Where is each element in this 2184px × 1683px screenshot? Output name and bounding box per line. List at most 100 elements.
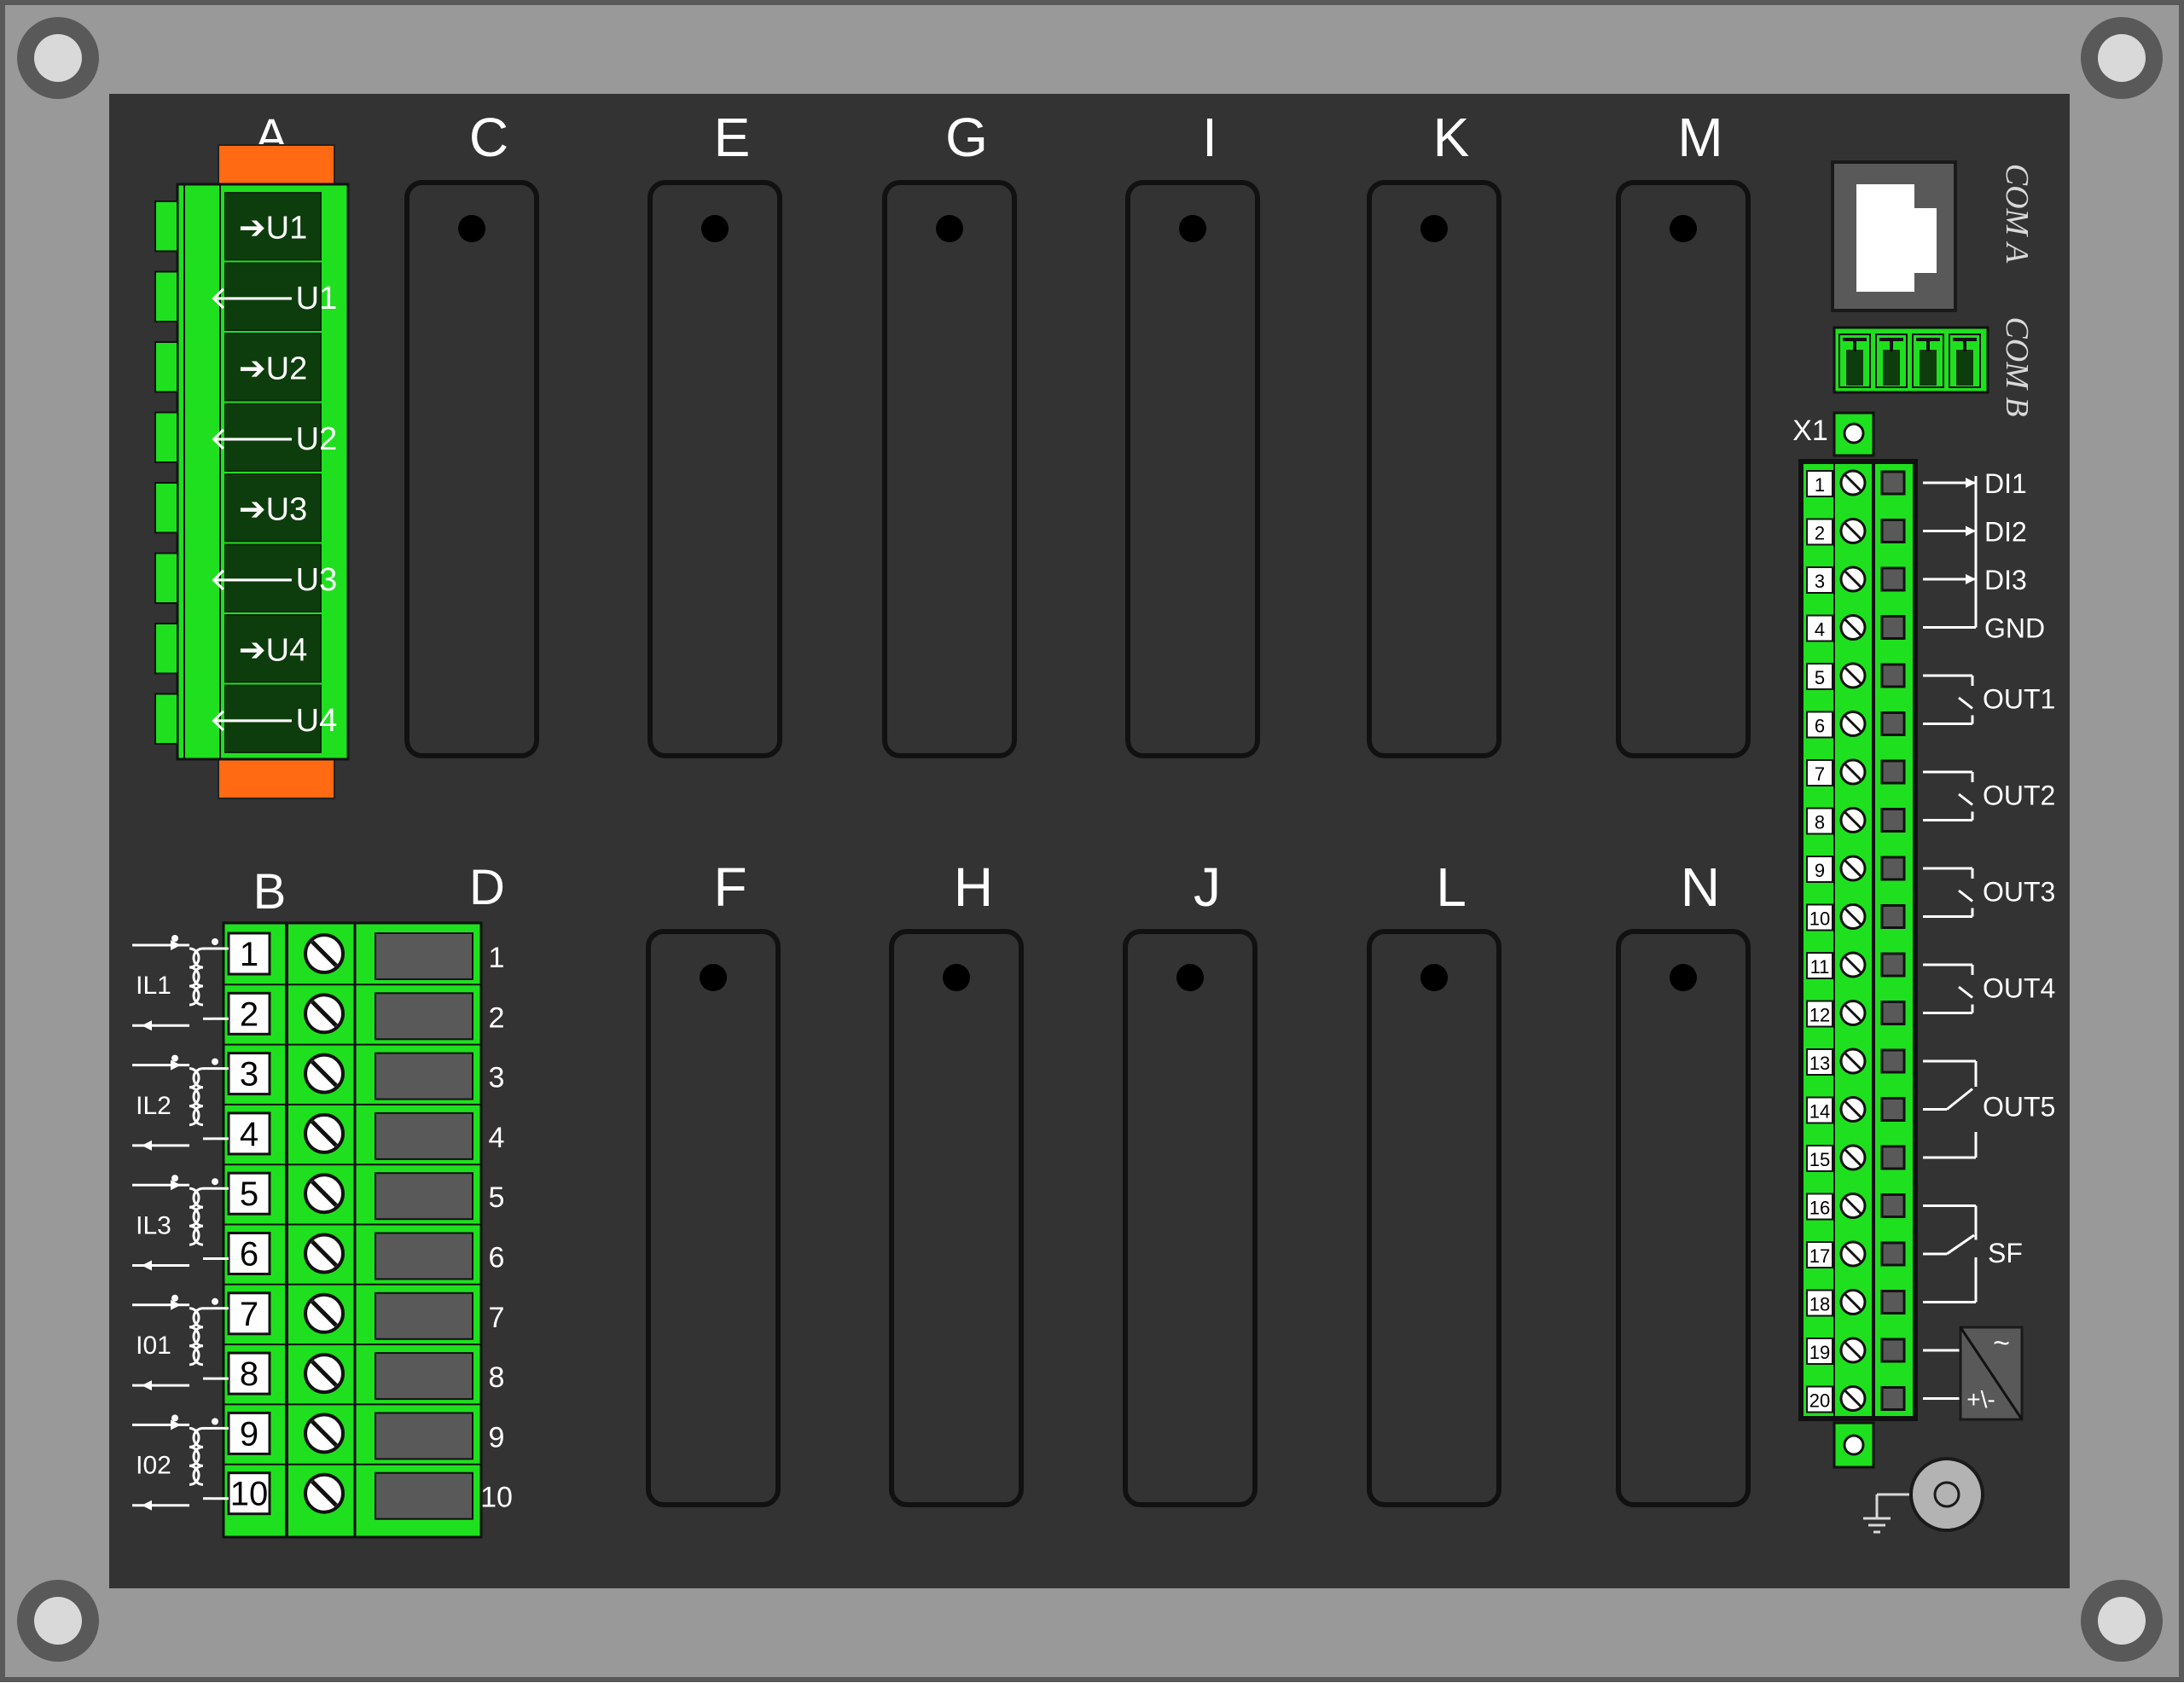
slot-label: M <box>1677 107 1722 168</box>
terminal-tab <box>154 341 178 393</box>
wire-entry <box>1880 952 1906 978</box>
wire-entry <box>1880 470 1906 496</box>
terminal-side-number: 7 <box>489 1302 505 1334</box>
terminal-number: 10 <box>230 1476 269 1513</box>
slot-cover <box>882 180 1017 758</box>
x1-body <box>1804 464 1913 1416</box>
terminal-number: 6 <box>240 1236 258 1274</box>
psu-dc-label: +\- <box>1966 1386 1995 1413</box>
x1-output-label: OUT1 <box>1983 683 2055 714</box>
x1-pin[interactable]: 18 <box>1806 1289 1906 1317</box>
terminal-side-number: 10 <box>480 1482 513 1514</box>
wire-entry <box>1880 1241 1906 1267</box>
transformer-label: I02 <box>136 1452 171 1480</box>
wire-entry <box>375 1232 473 1280</box>
com-b-pin <box>1875 334 1908 388</box>
pin-number: 1 <box>1815 474 1825 496</box>
pin-number: 12 <box>1809 1005 1830 1026</box>
pin-number: 5 <box>1815 667 1825 688</box>
slot-screw-icon <box>458 215 485 242</box>
x1-input-label: DI1 <box>1984 468 2027 499</box>
x1-pin[interactable]: 17 <box>1806 1240 1906 1268</box>
slot-f: F <box>646 856 781 1507</box>
slot-h: H <box>889 856 1024 1507</box>
terminal-label: 🡐U4 <box>209 703 337 739</box>
x1-pin[interactable]: 12 <box>1806 1000 1906 1028</box>
terminal-number: 3 <box>240 1056 258 1094</box>
terminal-side-number: 2 <box>489 1001 505 1034</box>
slot-label: K <box>1433 107 1470 168</box>
slot-cover <box>1367 180 1502 758</box>
wire-entry <box>375 1111 473 1160</box>
mounting-hole-tl-icon <box>17 17 99 99</box>
slot-screw-icon <box>1176 964 1204 991</box>
wire-entry <box>1880 1048 1906 1074</box>
mounting-hole-bl-icon <box>17 1580 99 1662</box>
x1-pin[interactable]: 19 <box>1806 1337 1906 1365</box>
terminal-label: ➔U1 <box>239 210 307 246</box>
x1-pin[interactable]: 1 <box>1806 469 1906 497</box>
x1-pin[interactable]: 3 <box>1806 566 1906 594</box>
terminal-side-number: 8 <box>489 1361 505 1394</box>
pin-number: 4 <box>1815 619 1825 641</box>
x1-pin[interactable]: 4 <box>1806 614 1906 642</box>
x1-pin[interactable]: 2 <box>1806 518 1906 546</box>
pin-number: 15 <box>1809 1149 1830 1170</box>
wire-entry <box>375 1172 473 1221</box>
power-supply-icon: ~ +\- <box>1959 1326 2024 1421</box>
x1-pin[interactable]: 6 <box>1806 711 1906 739</box>
terminal-number: 9 <box>240 1415 258 1453</box>
slot-screw-icon <box>936 215 963 242</box>
ground-stud-icon[interactable] <box>1909 1457 1984 1532</box>
wire-entry <box>1880 759 1906 785</box>
x1-pin[interactable]: 15 <box>1806 1144 1906 1172</box>
x1-output-label: SF <box>1988 1238 2023 1268</box>
slot-screw-icon <box>943 964 970 991</box>
wire-entry <box>375 1471 473 1520</box>
transformer-label: I01 <box>136 1332 171 1360</box>
x1-pin[interactable]: 7 <box>1806 758 1906 786</box>
slot-l: L <box>1367 856 1502 1507</box>
terminal-label: 🡐U2 <box>209 421 337 457</box>
x1-pin[interactable]: 10 <box>1806 903 1906 931</box>
x1-pin[interactable]: 14 <box>1806 1096 1906 1124</box>
wire-entry <box>375 932 473 980</box>
wire-entry <box>1880 1145 1906 1170</box>
x1-pin[interactable]: 16 <box>1806 1193 1906 1221</box>
transformer-label: IL1 <box>136 972 171 1000</box>
slot-label: N <box>1681 856 1720 918</box>
x1-pin[interactable]: 20 <box>1806 1385 1906 1413</box>
terminal-side-number: 4 <box>489 1122 505 1154</box>
wire-entry <box>1880 566 1906 592</box>
terminal-label: ➔U3 <box>239 491 307 527</box>
wire-entry <box>1880 711 1906 736</box>
terminal-number: 2 <box>240 995 258 1033</box>
pin-number: 18 <box>1809 1294 1830 1315</box>
x1-input-label: DI3 <box>1984 565 2027 595</box>
x1-pin[interactable]: 5 <box>1806 662 1906 690</box>
x1-pin[interactable]: 8 <box>1806 807 1906 835</box>
slot-label: C <box>469 107 508 168</box>
pin-number: 9 <box>1815 860 1825 881</box>
x1-pin[interactable]: 13 <box>1806 1048 1906 1076</box>
slot-cover <box>1367 929 1502 1507</box>
com-a-label: COM A <box>1999 164 2035 264</box>
x1-pin[interactable]: 11 <box>1806 951 1906 979</box>
wire-entry <box>1880 1338 1906 1363</box>
wire-entry <box>375 1412 473 1460</box>
wire-entry <box>1880 663 1906 688</box>
psu-ac-label: ~ <box>1993 1327 2010 1360</box>
pin-number: 10 <box>1809 908 1830 930</box>
com-b-terminal[interactable] <box>1833 326 1989 394</box>
com-b-pin <box>1949 334 1981 388</box>
pin-number: 6 <box>1815 716 1825 737</box>
terminal-label: 🡐U1 <box>209 281 337 316</box>
wire-entry <box>1880 1001 1906 1025</box>
wire-entry <box>1880 1097 1906 1122</box>
x1-pin[interactable]: 9 <box>1806 855 1906 883</box>
slot-c: C <box>404 107 539 758</box>
module-d-label: D <box>469 860 505 915</box>
slot-cover <box>889 929 1024 1507</box>
slot-cover <box>1616 929 1751 1507</box>
flange-screw-icon <box>1843 1434 1865 1456</box>
